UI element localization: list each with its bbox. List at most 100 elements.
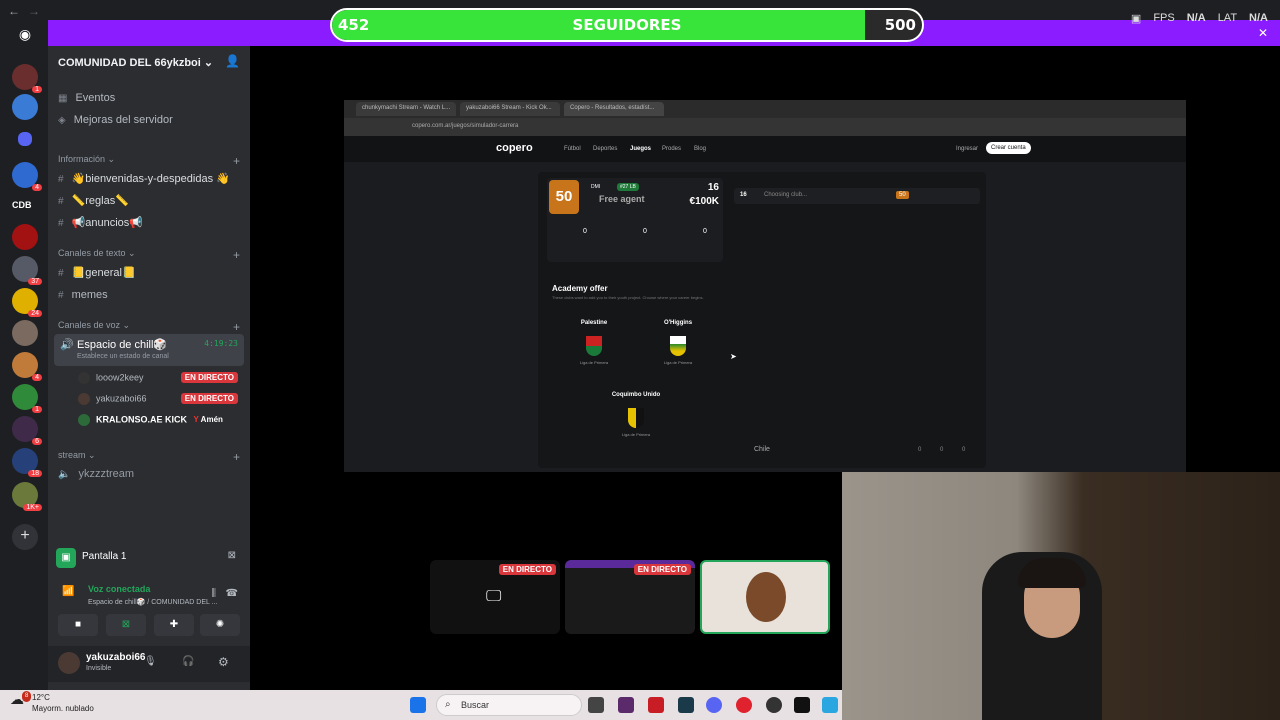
user-name[interactable]: yakuzaboi66 xyxy=(86,652,145,663)
server-icon[interactable]: 1K+ xyxy=(12,482,42,511)
server-badge: 1 xyxy=(32,86,42,93)
channel-item[interactable]: # 👋bienvenidas-y-despedidas 👋 xyxy=(58,172,230,185)
nav-link[interactable]: Blog xyxy=(694,146,706,152)
server-icon[interactable]: 1 xyxy=(12,384,42,413)
voice-channel-item[interactable]: 🔈 ykzzztream xyxy=(58,468,134,480)
server-icon[interactable]: 1 xyxy=(12,64,42,93)
microphone-icon[interactable]: 🎙 xyxy=(144,656,157,667)
server-text-icon[interactable]: CDB xyxy=(12,192,38,218)
discord-home-icon[interactable]: ◉ xyxy=(12,26,38,52)
club-league: Liga de Primera xyxy=(579,360,609,365)
avatar[interactable] xyxy=(58,652,80,674)
app-icon[interactable] xyxy=(678,697,694,713)
forward-arrow-icon[interactable]: → xyxy=(28,4,40,18)
voice-status-hint[interactable]: Establece un estado de canal xyxy=(77,353,169,360)
category-stream[interactable]: stream ⌄ + xyxy=(58,450,240,464)
browser-tab[interactable]: Copero - Resultados, estadíst... xyxy=(564,102,664,116)
noise-suppression-icon[interactable]: ⫼ xyxy=(211,588,216,599)
server-icon[interactable]: 24 xyxy=(12,288,42,317)
headphones-icon[interactable]: 🎧 xyxy=(182,656,194,667)
taskbar-search[interactable]: ⌕ Buscar xyxy=(436,694,582,716)
club-option[interactable]: Coquimbo Unido Liga de Primera xyxy=(606,392,666,437)
site-logo[interactable]: copero xyxy=(496,142,533,154)
server-icon[interactable]: 4 xyxy=(12,352,42,381)
category-voice[interactable]: Canales de voz ⌄ + xyxy=(58,320,240,334)
category-label: Información xyxy=(58,154,106,164)
voice-user-name: looow2keey xyxy=(96,372,144,383)
server-icon[interactable]: 6 xyxy=(12,416,42,445)
category-label: Canales de voz xyxy=(58,320,121,330)
stop-share-icon[interactable]: ⊠ xyxy=(228,550,236,561)
channel-item[interactable]: # 📢anuncios📢 xyxy=(58,216,143,229)
stream-thumbnail[interactable]: EN DIRECTO xyxy=(565,560,695,634)
screen-share-label: Pantalla 1 xyxy=(82,551,127,562)
server-icon[interactable]: 4 xyxy=(12,162,42,191)
server-name[interactable]: COMUNIDAD DEL 66ykzboi ⌄ xyxy=(58,56,213,69)
server-badge: 1K+ xyxy=(23,504,42,511)
server-icon[interactable]: 37 xyxy=(12,256,42,285)
nav-link[interactable]: Prodes xyxy=(662,146,681,152)
activities-icon[interactable]: ✚ xyxy=(154,614,194,636)
nav-link[interactable]: Deportes xyxy=(593,146,617,152)
boosts-item[interactable]: ◈ Mejoras del servidor xyxy=(58,114,173,126)
add-channel-icon[interactable]: + xyxy=(233,320,240,334)
category-info[interactable]: Información ⌄ + xyxy=(58,154,240,168)
login-link[interactable]: Ingresar xyxy=(956,146,978,152)
add-member-icon[interactable]: 👤 xyxy=(225,54,240,68)
browser-tab[interactable]: yakuzaboi66 Stream - Kick Ok... xyxy=(460,102,560,116)
voice-user[interactable]: KRALONSO.AE KICK Y Amén xyxy=(78,414,248,426)
player-position: DMI xyxy=(591,184,601,190)
add-channel-icon[interactable]: + xyxy=(233,450,240,464)
windows-start-icon[interactable] xyxy=(410,697,426,713)
channel-item[interactable]: # memes xyxy=(58,289,108,301)
server-icon[interactable] xyxy=(12,94,38,120)
weather-widget[interactable]: ☁ 8 12°C Mayorm. nublado xyxy=(10,691,94,714)
voice-connected-sub[interactable]: Espacio de chill🎲 / COMUNIDAD DEL ... xyxy=(88,598,217,606)
gear-icon[interactable]: ⚙ xyxy=(218,655,229,669)
nav-link[interactable]: Fútbol xyxy=(564,146,581,152)
events-item[interactable]: ▦ Eventos xyxy=(58,92,115,104)
category-text[interactable]: Canales de texto ⌄ + xyxy=(58,248,240,262)
season-age: 16 xyxy=(740,192,747,198)
obs-icon[interactable] xyxy=(766,697,782,713)
user-thumbnail[interactable] xyxy=(700,560,830,634)
browser-url[interactable]: copero.com.ar/juegos/simulador-carrera xyxy=(344,118,1186,136)
server-icon[interactable] xyxy=(12,320,38,346)
signal-icon[interactable]: 📶 xyxy=(62,586,74,597)
camera-icon[interactable]: ■ xyxy=(58,614,98,636)
task-view-icon[interactable] xyxy=(588,697,604,713)
opera-icon[interactable] xyxy=(736,697,752,713)
stream-view[interactable]: chunkymachi Stream - Watch L... yakuzabo… xyxy=(344,100,1186,472)
total-value: 0 xyxy=(962,447,966,453)
club-option[interactable]: Palestine Liga de Primera xyxy=(564,320,624,365)
voice-channel-active[interactable]: 🔊 Espacio de chill🎲 4:19:23 Establece un… xyxy=(54,334,244,366)
signup-button[interactable]: Crear cuenta xyxy=(986,142,1031,154)
channel-item[interactable]: # 📏reglas📏 xyxy=(58,194,129,207)
folder-icon[interactable] xyxy=(18,132,32,146)
inbox-icon[interactable]: ▣ xyxy=(1131,12,1141,25)
screen-share-toggle-icon[interactable]: ⊠ xyxy=(106,614,146,636)
status-emoji-icon: Y xyxy=(193,415,199,425)
browser-tab[interactable]: chunkymachi Stream - Watch L... xyxy=(356,102,456,116)
add-channel-icon[interactable]: + xyxy=(233,248,240,262)
club-option[interactable]: O'Higgins Liga de Primera xyxy=(648,320,708,365)
server-icon[interactable] xyxy=(12,224,38,250)
add-server-icon[interactable]: + xyxy=(12,524,38,550)
avatar xyxy=(78,393,90,405)
channel-item[interactable]: # 📒general📒 xyxy=(58,266,136,279)
stream-thumbnail[interactable]: 🖵 EN DIRECTO xyxy=(430,560,560,634)
disconnect-icon[interactable]: ☎ xyxy=(226,588,238,599)
server-icon[interactable]: 18 xyxy=(12,448,42,477)
discord-icon[interactable] xyxy=(706,697,722,713)
add-channel-icon[interactable]: + xyxy=(233,154,240,168)
nav-link[interactable]: Juegos xyxy=(630,146,651,152)
app-icon[interactable] xyxy=(618,697,634,713)
back-arrow-icon[interactable]: ← xyxy=(8,4,20,18)
server-badge: 4 xyxy=(32,374,42,381)
app-icon[interactable] xyxy=(822,697,838,713)
tiktok-icon[interactable] xyxy=(794,697,810,713)
netflix-icon[interactable] xyxy=(648,697,664,713)
voice-connected-label[interactable]: Voz conectada xyxy=(88,584,150,594)
close-icon[interactable]: ✕ xyxy=(1258,26,1268,40)
soundboard-icon[interactable]: ✺ xyxy=(200,614,240,636)
